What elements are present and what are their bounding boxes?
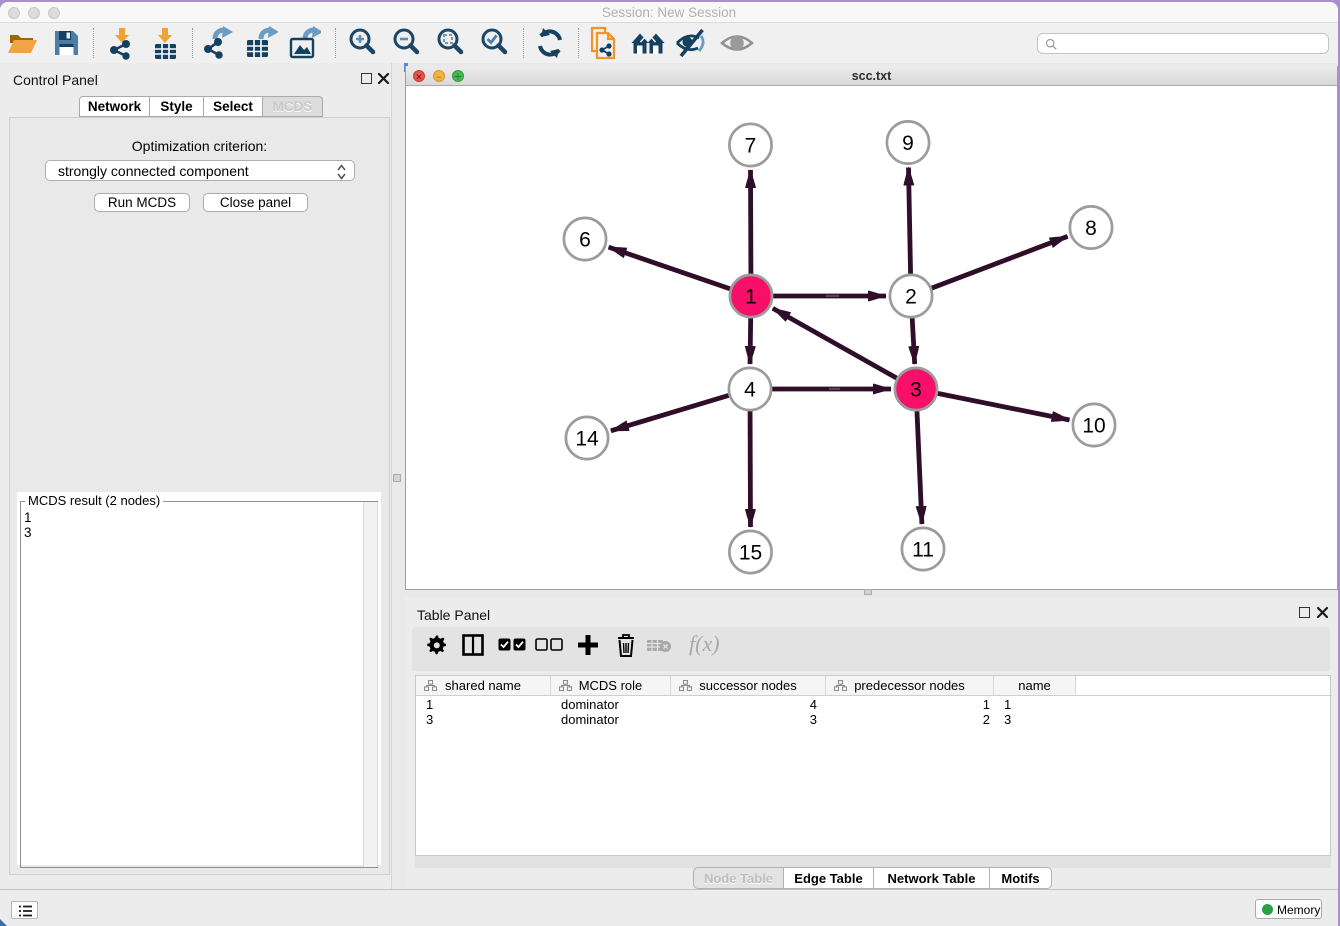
svg-text:2: 2 [905, 286, 917, 309]
svg-text:8: 8 [1085, 217, 1097, 240]
svg-text:15: 15 [739, 542, 762, 565]
svg-text:4: 4 [744, 379, 756, 402]
svg-text:7: 7 [745, 135, 757, 158]
svg-text:10: 10 [1082, 415, 1105, 438]
svg-text:6: 6 [579, 229, 591, 252]
svg-text:9: 9 [902, 132, 914, 155]
svg-text:3: 3 [910, 379, 922, 402]
svg-text:1: 1 [745, 286, 757, 309]
svg-text:14: 14 [575, 428, 599, 451]
svg-text:11: 11 [912, 539, 934, 562]
